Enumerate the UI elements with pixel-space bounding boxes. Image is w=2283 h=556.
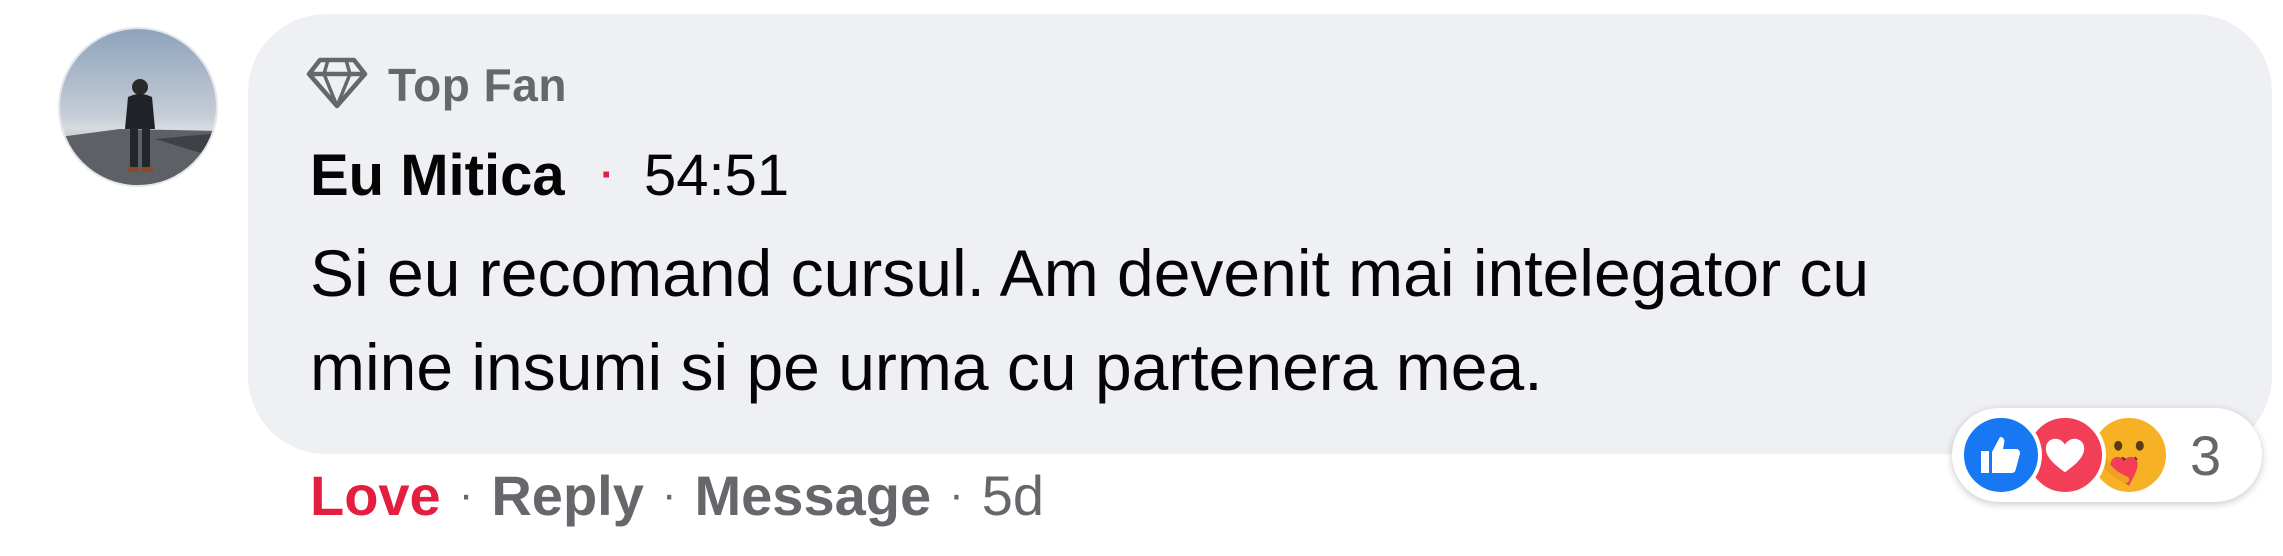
reactions-summary[interactable]: 3 [1952, 408, 2262, 502]
comment-text: Si eu recomand cursul. Am devenit mai in… [310, 226, 2230, 414]
avatar[interactable] [58, 27, 218, 187]
like-icon [1960, 414, 2042, 496]
comment-line: Si eu recomand cursul. Am devenit mai in… [310, 236, 1870, 310]
reply-button[interactable]: Reply [491, 463, 644, 528]
video-timestamp[interactable]: 54:51 [644, 142, 789, 209]
author-name[interactable]: Eu Mitica [310, 142, 565, 209]
comment-header: Eu Mitica · 54:51 [310, 140, 789, 210]
action-separator: · [949, 470, 964, 519]
love-button[interactable]: Love [310, 463, 441, 528]
comment-actions: Love · Reply · Message · 5d [310, 460, 1044, 530]
badge-label: Top Fan [388, 59, 567, 111]
message-button[interactable]: Message [695, 463, 932, 528]
avatar-photo [60, 29, 216, 185]
comment-age[interactable]: 5d [982, 463, 1044, 528]
action-separator: · [458, 470, 474, 519]
header-separator: · [600, 152, 614, 197]
diamond-icon [306, 57, 368, 114]
action-separator: · [661, 470, 677, 519]
top-fan-badge: Top Fan [306, 57, 567, 114]
comment-line: mine insumi si pe urma cu partenera mea. [310, 330, 1543, 404]
reaction-count: 3 [2190, 423, 2222, 487]
